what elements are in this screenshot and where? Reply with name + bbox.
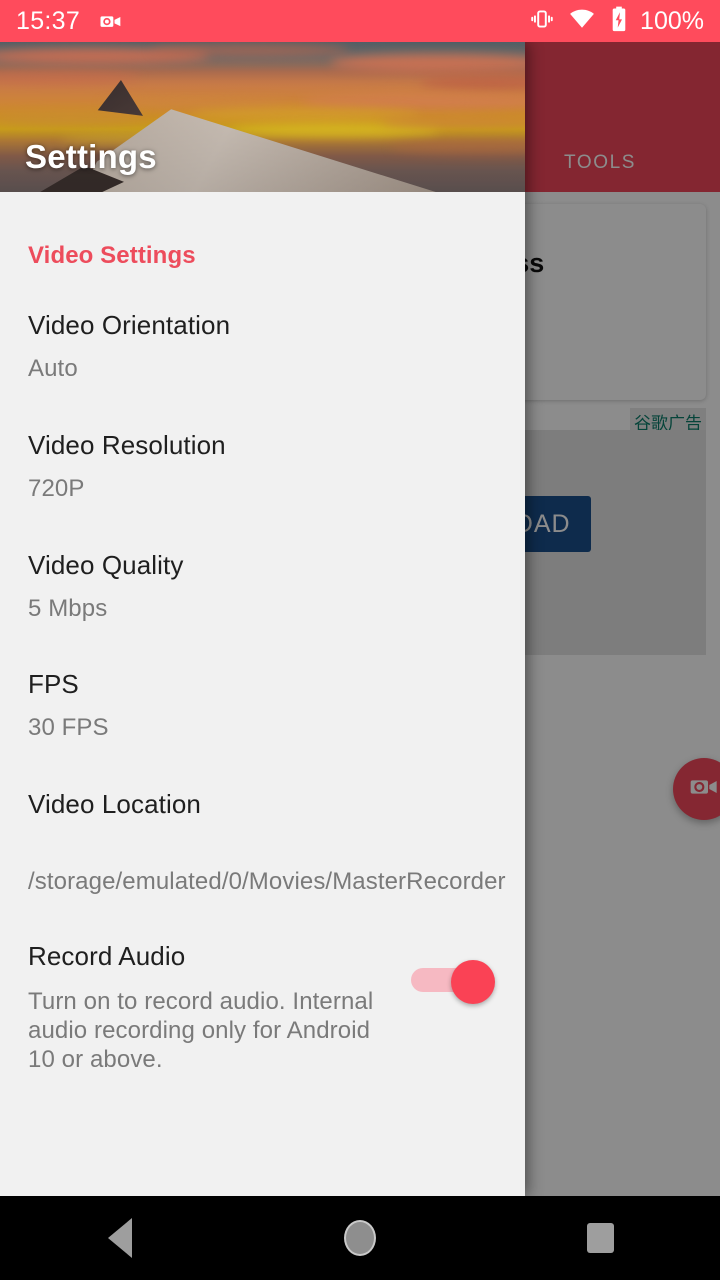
pref-summary: 5 Mbps — [28, 594, 108, 622]
battery-percent-label: 100% — [640, 6, 704, 35]
drawer-header-image: Settings — [0, 42, 525, 192]
home-circle-icon — [344, 1220, 376, 1256]
pref-record-audio[interactable]: Record Audio Turn on to record audio. In… — [0, 897, 525, 1074]
pref-title: FPS — [28, 669, 79, 700]
wifi-icon — [568, 5, 596, 38]
pref-summary: Auto — [28, 355, 78, 382]
toggle-thumb — [451, 959, 495, 1004]
pref-title: Record Audio — [28, 940, 186, 971]
phone-screen: VIDEOS IMAGES TOOLS Video Trimming & Com… — [0, 0, 720, 1280]
pref-video-resolution[interactable]: Video Resolution 720P — [0, 384, 525, 504]
back-triangle-icon — [108, 1218, 132, 1258]
recents-square-icon — [586, 1223, 614, 1253]
system-navigation-bar — [0, 1196, 720, 1280]
pref-video-quality[interactable]: Video Quality 5 Mbps — [0, 504, 525, 624]
status-bar-clock: 15:37 — [16, 6, 81, 35]
recents-button[interactable] — [480, 1223, 720, 1253]
pref-title: Video Quality — [28, 549, 184, 580]
pref-title: Video Orientation — [28, 310, 231, 340]
record-audio-toggle[interactable] — [411, 959, 497, 1004]
pref-video-orientation[interactable]: Video Orientation Auto — [0, 270, 525, 384]
navigation-drawer: Settings Video Settings Video Orientatio… — [0, 42, 525, 1196]
status-bar-icons: 100% — [529, 5, 704, 38]
page-title: Settings — [25, 138, 157, 175]
pref-summary: 30 FPS — [28, 714, 109, 742]
battery-charging-icon — [609, 5, 629, 38]
status-bar: 15:37 100% — [0, 0, 720, 42]
pref-summary: /storage/emulated/0/Movies/MasterRecorde… — [28, 868, 506, 896]
back-button[interactable] — [0, 1218, 240, 1258]
pref-summary: Turn on to record audio. Internal audio … — [28, 987, 374, 1073]
recording-notification-icon — [97, 7, 125, 35]
pref-fps[interactable]: FPS 30 FPS — [0, 623, 525, 743]
vibrate-icon — [529, 6, 555, 37]
section-header-video-settings: Video Settings — [28, 242, 196, 269]
settings-list: Video Settings Video Orientation Auto Vi… — [0, 192, 525, 1074]
pref-summary: 720P — [28, 474, 85, 502]
pref-title: Video Location — [28, 789, 201, 820]
pref-video-location[interactable]: Video Location /storage/emulated/0/Movie… — [0, 743, 525, 897]
home-button[interactable] — [240, 1220, 480, 1256]
pref-title: Video Resolution — [28, 429, 226, 460]
